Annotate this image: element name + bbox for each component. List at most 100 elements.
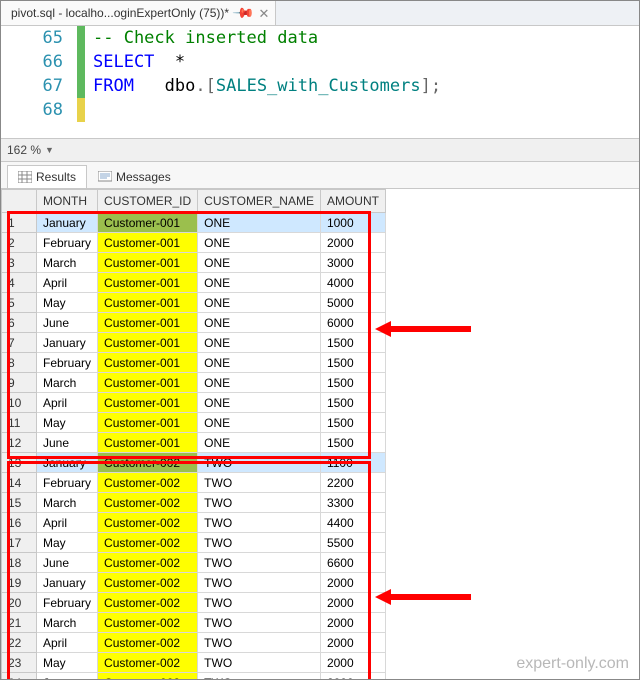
row-number[interactable]: 15	[2, 493, 37, 513]
cell[interactable]: ONE	[198, 313, 321, 333]
cell[interactable]: ONE	[198, 413, 321, 433]
table-row[interactable]: 15MarchCustomer-002TWO3300	[2, 493, 386, 513]
table-row[interactable]: 5MayCustomer-001ONE5000	[2, 293, 386, 313]
tab-messages[interactable]: Messages	[87, 165, 182, 188]
cell[interactable]: Customer-002	[98, 613, 198, 633]
cell[interactable]: Customer-001	[98, 213, 198, 233]
cell[interactable]: February	[37, 233, 98, 253]
cell[interactable]: April	[37, 393, 98, 413]
cell[interactable]: Customer-001	[98, 333, 198, 353]
cell[interactable]: May	[37, 293, 98, 313]
chevron-down-icon[interactable]: ▼	[45, 145, 54, 155]
table-row[interactable]: 7JanuaryCustomer-001ONE1500	[2, 333, 386, 353]
cell[interactable]: Customer-002	[98, 593, 198, 613]
cell[interactable]: TWO	[198, 473, 321, 493]
table-row[interactable]: 9MarchCustomer-001ONE1500	[2, 373, 386, 393]
cell[interactable]: TWO	[198, 593, 321, 613]
cell[interactable]: Customer-001	[98, 233, 198, 253]
cell[interactable]: 1500	[320, 373, 385, 393]
cell[interactable]: 2000	[320, 573, 385, 593]
cell[interactable]: 2000	[320, 673, 385, 680]
cell[interactable]: April	[37, 273, 98, 293]
cell[interactable]: TWO	[198, 533, 321, 553]
close-icon[interactable]: ✕	[259, 7, 270, 20]
pin-icon[interactable]: 📌	[233, 2, 255, 24]
table-row[interactable]: 14FebruaryCustomer-002TWO2200	[2, 473, 386, 493]
row-number[interactable]: 10	[2, 393, 37, 413]
cell[interactable]: 2000	[320, 593, 385, 613]
cell[interactable]: 1500	[320, 333, 385, 353]
cell[interactable]: March	[37, 613, 98, 633]
cell[interactable]: ONE	[198, 353, 321, 373]
cell[interactable]: Customer-001	[98, 353, 198, 373]
cell[interactable]: 1000	[320, 213, 385, 233]
tab-results[interactable]: Results	[7, 165, 87, 188]
cell[interactable]: 6600	[320, 553, 385, 573]
table-row[interactable]: 2FebruaryCustomer-001ONE2000	[2, 233, 386, 253]
cell[interactable]: Customer-001	[98, 393, 198, 413]
cell[interactable]: March	[37, 373, 98, 393]
row-number[interactable]: 4	[2, 273, 37, 293]
cell[interactable]: Customer-001	[98, 253, 198, 273]
table-row[interactable]: 18JuneCustomer-002TWO6600	[2, 553, 386, 573]
cell[interactable]: 2000	[320, 613, 385, 633]
code-line[interactable]	[93, 98, 639, 122]
cell[interactable]: TWO	[198, 553, 321, 573]
column-header[interactable]: AMOUNT	[320, 190, 385, 213]
row-number[interactable]: 14	[2, 473, 37, 493]
cell[interactable]: Customer-002	[98, 493, 198, 513]
row-number[interactable]: 13	[2, 453, 37, 473]
row-header-corner[interactable]	[2, 190, 37, 213]
cell[interactable]: June	[37, 433, 98, 453]
cell[interactable]: February	[37, 473, 98, 493]
cell[interactable]: ONE	[198, 433, 321, 453]
cell[interactable]: 6000	[320, 313, 385, 333]
cell[interactable]: April	[37, 633, 98, 653]
cell[interactable]: Customer-002	[98, 553, 198, 573]
table-row[interactable]: 10AprilCustomer-001ONE1500	[2, 393, 386, 413]
row-number[interactable]: 12	[2, 433, 37, 453]
cell[interactable]: 1500	[320, 433, 385, 453]
table-row[interactable]: 3MarchCustomer-001ONE3000	[2, 253, 386, 273]
cell[interactable]: Customer-001	[98, 413, 198, 433]
cell[interactable]: 1500	[320, 413, 385, 433]
cell[interactable]: 5500	[320, 533, 385, 553]
cell[interactable]: ONE	[198, 293, 321, 313]
cell[interactable]: ONE	[198, 393, 321, 413]
cell[interactable]: Customer-002	[98, 453, 198, 473]
table-row[interactable]: 8FebruaryCustomer-001ONE1500	[2, 353, 386, 373]
column-header[interactable]: CUSTOMER_ID	[98, 190, 198, 213]
cell[interactable]: Customer-002	[98, 533, 198, 553]
table-row[interactable]: 12JuneCustomer-001ONE1500	[2, 433, 386, 453]
cell[interactable]: January	[37, 333, 98, 353]
table-row[interactable]: 21MarchCustomer-002TWO2000	[2, 613, 386, 633]
cell[interactable]: Customer-001	[98, 273, 198, 293]
table-row[interactable]: 4AprilCustomer-001ONE4000	[2, 273, 386, 293]
cell[interactable]: Customer-001	[98, 313, 198, 333]
row-number[interactable]: 11	[2, 413, 37, 433]
cell[interactable]: ONE	[198, 273, 321, 293]
row-number[interactable]: 1	[2, 213, 37, 233]
row-number[interactable]: 18	[2, 553, 37, 573]
cell[interactable]: 1500	[320, 353, 385, 373]
cell[interactable]: ONE	[198, 213, 321, 233]
cell[interactable]: 2000	[320, 653, 385, 673]
document-tab[interactable]: pivot.sql - localho...oginExpertOnly (75…	[1, 1, 276, 25]
row-number[interactable]: 22	[2, 633, 37, 653]
cell[interactable]: TWO	[198, 573, 321, 593]
sql-editor[interactable]: 65666768 -- Check inserted dataSELECT *F…	[1, 26, 639, 138]
cell[interactable]: ONE	[198, 373, 321, 393]
table-row[interactable]: 19JanuaryCustomer-002TWO2000	[2, 573, 386, 593]
cell[interactable]: Customer-002	[98, 673, 198, 680]
cell[interactable]: 3300	[320, 493, 385, 513]
cell[interactable]: TWO	[198, 633, 321, 653]
cell[interactable]: 1100	[320, 453, 385, 473]
row-number[interactable]: 2	[2, 233, 37, 253]
cell[interactable]: May	[37, 533, 98, 553]
cell[interactable]: April	[37, 513, 98, 533]
table-row[interactable]: 11MayCustomer-001ONE1500	[2, 413, 386, 433]
cell[interactable]: Customer-002	[98, 513, 198, 533]
cell[interactable]: February	[37, 353, 98, 373]
cell[interactable]: TWO	[198, 653, 321, 673]
cell[interactable]: February	[37, 593, 98, 613]
